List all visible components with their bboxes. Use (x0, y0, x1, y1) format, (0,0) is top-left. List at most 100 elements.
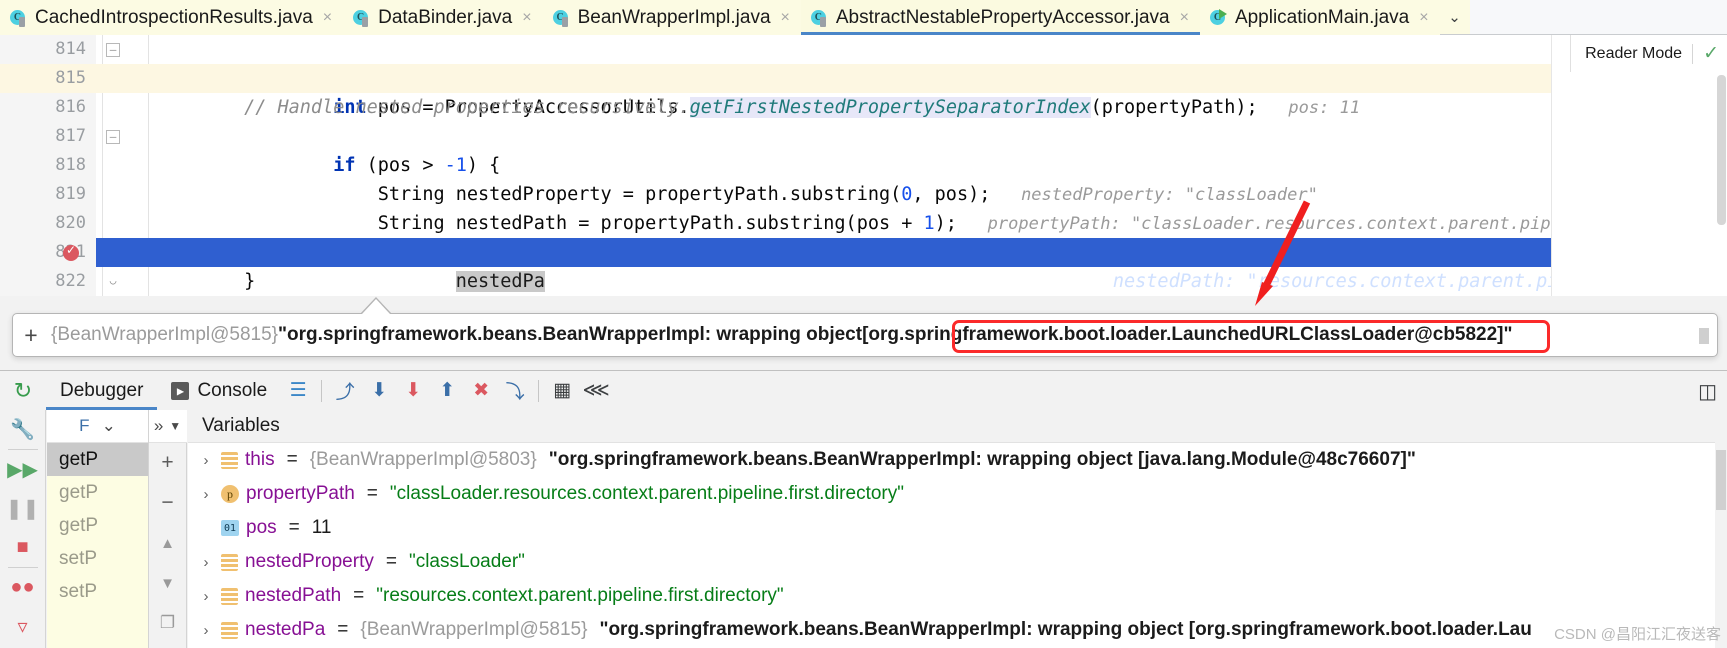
frames-panel[interactable]: F ⌄ getP getP getP setP setP (47, 410, 149, 648)
add-watch-icon[interactable]: + (149, 443, 187, 483)
java-class-icon: C (552, 9, 571, 27)
frame-row[interactable]: getP (47, 509, 148, 542)
frame-row[interactable]: setP (47, 575, 148, 608)
variable-row-nestedproperty[interactable]: › nestedProperty = "classLoader" (188, 545, 1727, 579)
variables-panel[interactable]: Variables › this = {BeanWrapperImpl@5803… (188, 410, 1727, 648)
close-icon[interactable]: × (522, 9, 531, 27)
move-up-icon[interactable]: ▲ (149, 523, 187, 563)
fold-marker-icon[interactable]: – (106, 43, 120, 57)
variables-scrollbar-thumb[interactable] (1716, 450, 1726, 510)
variables-scrollbar-track[interactable] (1715, 410, 1727, 648)
copy-icon[interactable]: ❐ (149, 603, 187, 643)
equals-sign: = (286, 449, 298, 470)
tab-label: BeanWrapperImpl.java (577, 6, 771, 28)
code-comment: // Handle nested properties recursively. (155, 97, 690, 118)
restart-icon[interactable]: ↻ (0, 378, 46, 404)
drop-frame-icon[interactable]: ✖ (464, 371, 498, 410)
editor-tab-databinder[interactable]: C DataBinder.java × (343, 0, 543, 35)
frames-overflow-icon[interactable]: » (154, 416, 163, 436)
inspections-ok-icon[interactable]: ✓ (1703, 42, 1719, 65)
breakpoint-icon-821[interactable] (63, 243, 79, 261)
frames-dropdown-icon[interactable]: ▼ (169, 419, 181, 433)
variable-row-propertypath[interactable]: › p propertyPath = "classLoader.resource… (188, 477, 1727, 511)
chevron-right-icon[interactable]: › (198, 486, 214, 503)
mute-breakpoints-icon[interactable]: ⋘ (579, 371, 613, 410)
chevron-right-icon[interactable]: › (198, 452, 214, 469)
stop-program-icon[interactable]: ■ (0, 528, 46, 567)
variable-value: "resources.context.parent.pipeline.first… (376, 585, 784, 606)
code-editor[interactable]: 814 – protected AbstractNestableProperty… (0, 35, 1727, 296)
close-icon[interactable]: × (1180, 9, 1189, 27)
line-number: 819 (55, 184, 86, 204)
remove-watch-icon[interactable]: − (149, 483, 187, 523)
variable-row-nestedpa[interactable]: › nestedPa = {BeanWrapperImpl@5815} "org… (188, 613, 1727, 647)
editor-tab-beanwrapperimpl[interactable]: C BeanWrapperImpl.java × (542, 0, 801, 35)
java-class-icon: C (353, 9, 371, 27)
chevron-right-icon[interactable]: › (198, 554, 214, 571)
tab-label: AbstractNestablePropertyAccessor.java (835, 6, 1170, 28)
divider (321, 379, 323, 402)
code-line-821-current-execution-point: 821 return nestedPa.getPropertyAccessorF… (0, 238, 1727, 292)
variable-name: this (245, 449, 275, 470)
view-breakpoints-icon[interactable]: ●● (0, 568, 46, 607)
frames-thread-selector[interactable]: F ⌄ (47, 410, 148, 443)
tabs-overflow-chevron-down-icon[interactable]: ⌄ (1439, 0, 1470, 34)
chevron-down-icon[interactable]: ⌄ (102, 416, 116, 436)
editor-tab-bar: C CachedIntrospectionResults.java × C Da… (0, 0, 1727, 35)
object-reference: {BeanWrapperImpl@5815} (51, 324, 279, 345)
tooltip-scrollbar[interactable] (1699, 328, 1709, 344)
step-out-icon[interactable]: ⬆ (430, 371, 464, 410)
reader-mode-label: Reader Mode (1585, 44, 1683, 62)
editor-tab-abstractnestablepropertyaccessor[interactable]: C AbstractNestablePropertyAccessor.java … (800, 0, 1200, 35)
tab-console[interactable]: ▶ Console (157, 371, 281, 410)
move-down-icon[interactable]: ▼ (149, 563, 187, 603)
code-line-815: 815 int pos = PropertyAccessorUtils.getF… (0, 64, 1727, 118)
variable-row-this[interactable]: › this = {BeanWrapperImpl@5803} "org.spr… (188, 443, 1727, 477)
expand-icon[interactable]: + (21, 322, 41, 349)
object-value-icon (221, 587, 238, 605)
value-tooltip-popup[interactable]: + {BeanWrapperImpl@5815} "org.springframe… (12, 313, 1718, 357)
layout-settings-icon[interactable]: ☰ (281, 371, 315, 410)
tab-label: CachedIntrospectionResults.java (35, 6, 313, 28)
close-icon[interactable]: × (1419, 9, 1428, 27)
debugger-tool-window: ↻ Debugger ▶ Console ☰ ⤴ ⬇ ⬇ ⬆ ✖ ⤵ ▦ ⋘ ◫… (0, 370, 1727, 648)
equals-sign: = (353, 585, 365, 606)
step-into-icon[interactable]: ⬇ (362, 371, 396, 410)
close-icon[interactable]: × (323, 9, 332, 27)
variable-row-pos[interactable]: › 01 pos = 11 (188, 511, 1727, 545)
fold-marker-icon[interactable]: – (106, 130, 120, 144)
settings-wrench-icon[interactable]: 🔧 (0, 410, 46, 449)
chevron-right-icon[interactable]: › (198, 622, 214, 639)
variable-value: "org.springframework.beans.BeanWrapperIm… (599, 619, 1532, 640)
evaluate-expression-icon[interactable]: ▦ (545, 371, 579, 410)
frame-row[interactable]: getP (47, 443, 148, 476)
mute-breakpoints-rail-icon[interactable]: ▿ (0, 607, 46, 646)
frame-row[interactable]: setP (47, 542, 148, 575)
fold-marker-end-icon[interactable]: ◡ (106, 275, 120, 289)
code-line-814: 814 – protected AbstractNestableProperty… (0, 35, 1727, 89)
variable-row-nestedpath[interactable]: › nestedPath = "resources.context.parent… (188, 579, 1727, 613)
thread-label: F (79, 416, 90, 435)
frame-row[interactable]: getP (47, 476, 148, 509)
tab-debugger[interactable]: Debugger (46, 371, 157, 410)
equals-sign: = (337, 619, 349, 640)
highlighted-value: [org.springframework.boot.loader.Launche… (862, 324, 1513, 345)
reader-mode-control[interactable]: Reader Mode ✓ (1570, 35, 1727, 72)
code-line-818: 818 String nestedProperty = propertyPath… (0, 151, 1727, 205)
editor-vertical-scrollbar[interactable] (1717, 75, 1726, 225)
close-icon[interactable]: × (781, 9, 790, 27)
force-step-into-icon[interactable]: ⬇ (396, 371, 430, 410)
variable-name: pos (246, 517, 277, 538)
pause-program-icon[interactable]: ❚❚ (0, 489, 46, 528)
editor-tab-applicationmain[interactable]: C ApplicationMain.java × (1199, 0, 1440, 35)
editor-tab-cachedintrospectionresults[interactable]: C CachedIntrospectionResults.java × (0, 0, 344, 35)
tooltip-value-text: {BeanWrapperImpl@5815} "org.springframewo… (51, 324, 1513, 346)
object-value-icon (221, 451, 238, 469)
chevron-right-icon[interactable]: › (198, 588, 214, 605)
step-over-icon[interactable]: ⤴ (328, 371, 362, 410)
code-line-819: 819 String nestedPath = propertyPath.sub… (0, 180, 1727, 234)
run-to-cursor-icon[interactable]: ⤵ (498, 371, 532, 410)
resume-program-icon[interactable]: ▶▶ (0, 450, 46, 489)
tab-label: ApplicationMain.java (1234, 6, 1410, 28)
panel-layout-icon[interactable]: ◫ (1698, 379, 1717, 404)
